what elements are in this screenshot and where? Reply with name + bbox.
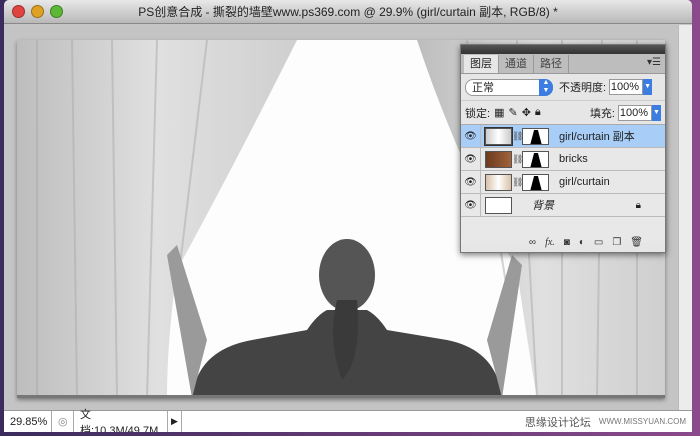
opacity-dropdown-icon[interactable]: ▼	[643, 79, 653, 95]
new-group-icon[interactable]: ▭	[594, 237, 603, 248]
layer-thumbnail	[484, 126, 513, 146]
eye-icon[interactable]: 👁︎	[461, 171, 481, 193]
layer-name: girl/curtain	[559, 176, 610, 188]
fill-input[interactable]: 100%	[618, 104, 652, 121]
new-layer-icon[interactable]: ❐	[612, 237, 621, 248]
layers-list: 👁︎ ⛓︎ girl/curtain 副本 👁︎ ⛓︎ bricks 👁︎ ⛓︎…	[461, 124, 665, 243]
fill-dropdown-icon[interactable]: ▼	[652, 104, 661, 121]
layer-name: 背景	[532, 200, 554, 212]
tab-paths[interactable]: 路径	[534, 55, 569, 73]
document-size: 文档:10.3M/49.7M	[74, 409, 168, 432]
layer-row[interactable]: 👁︎ ⛓︎ girl/curtain 副本	[461, 125, 665, 148]
window-title: PS创意合成 - 撕裂的墙壁www.ps369.com @ 29.9% (gir…	[138, 5, 558, 19]
delete-layer-icon[interactable]: 🗑︎	[630, 237, 643, 248]
watermark-cn: 思缘设计论坛	[524, 416, 591, 429]
link-icon[interactable]: ⛓︎	[512, 131, 523, 142]
opacity-input[interactable]: 100%	[609, 79, 644, 95]
panel-header[interactable]	[461, 45, 665, 54]
layer-thumbnail	[485, 173, 512, 191]
blend-mode-select[interactable]: 正常 ▲ ▼	[465, 78, 553, 96]
layer-mask-thumbnail	[522, 150, 549, 168]
add-mask-icon[interactable]: ◙	[564, 237, 570, 248]
layer-mask-thumbnail	[522, 127, 549, 145]
opacity-label: 不透明度:	[559, 82, 607, 94]
panel-tabs: 图层 通道 路径 ▾☰	[461, 54, 665, 74]
lock-label: 锁定:	[465, 107, 491, 120]
link-icon[interactable]: ⛓︎	[512, 154, 523, 165]
layer-name: girl/curtain 副本	[559, 131, 635, 143]
lock-all-icon[interactable]: 🔒︎	[535, 106, 541, 119]
lock-brush-icon[interactable]: ✎	[508, 106, 517, 119]
zoom-level[interactable]: 29.85%	[4, 411, 52, 432]
layer-row[interactable]: 👁︎ 背景 🔒︎	[461, 194, 665, 217]
status-icon[interactable]: ◎	[52, 411, 74, 432]
watermark-url: WWW.MISSYUAN.COM	[598, 417, 686, 426]
minimize-button[interactable]	[31, 5, 44, 18]
select-arrows-icon: ▲ ▼	[539, 78, 553, 96]
eye-icon[interactable]: 👁︎	[461, 194, 481, 216]
eye-icon[interactable]: 👁︎	[461, 148, 481, 170]
link-layers-icon[interactable]: ∞	[529, 237, 536, 248]
panel-footer: ∞ fx. ◙ ◐ ▭ ❐ 🗑︎	[461, 232, 665, 252]
layer-lock-icon: 🔒︎	[635, 199, 641, 211]
link-icon[interactable]: ⛓︎	[512, 177, 523, 188]
layer-row[interactable]: 👁︎ ⛓︎ girl/curtain	[461, 171, 665, 194]
status-bar: 29.85% ◎ 文档:10.3M/49.7M ▶ 思缘设计论坛 WWW.MIS…	[4, 409, 692, 432]
panel-menu-icon[interactable]: ▾☰	[647, 57, 661, 68]
title-bar: PS创意合成 - 撕裂的墙壁www.ps369.com @ 29.9% (gir…	[4, 0, 692, 24]
lock-transparency-icon[interactable]: ▦	[494, 106, 504, 119]
tab-layers[interactable]: 图层	[464, 55, 499, 73]
lock-move-icon[interactable]: ✥	[522, 106, 531, 119]
layer-mask-thumbnail	[522, 173, 549, 191]
fill-label: 填充:	[589, 107, 615, 120]
close-button[interactable]	[12, 5, 25, 18]
layer-thumbnail	[485, 150, 512, 168]
status-menu-arrow-icon[interactable]: ▶	[168, 411, 182, 432]
tab-channels[interactable]: 通道	[499, 55, 534, 73]
eye-icon[interactable]: 👁︎	[461, 125, 481, 147]
layer-name: bricks	[559, 153, 588, 165]
layer-row[interactable]: 👁︎ ⛓︎ bricks	[461, 148, 665, 171]
adjustment-layer-icon[interactable]: ◐	[579, 237, 585, 248]
vertical-scrollbar[interactable]	[678, 25, 692, 410]
blend-mode-value: 正常	[472, 82, 494, 94]
layers-panel: 图层 通道 路径 ▾☰ 正常 ▲ ▼ 不透明度: 100% ▼ 锁定: ▦ ✎ ✥ …	[460, 44, 666, 253]
zoom-button[interactable]	[50, 5, 63, 18]
layer-thumbnail	[485, 196, 512, 214]
fx-icon[interactable]: fx.	[545, 237, 555, 248]
